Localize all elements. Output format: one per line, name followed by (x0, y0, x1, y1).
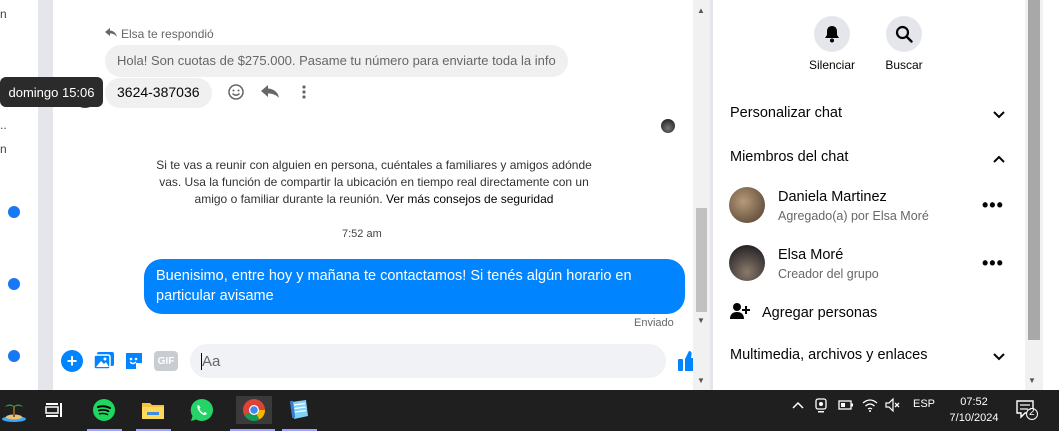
left-scrollbar[interactable] (38, 0, 53, 390)
volume-muted-icon[interactable] (885, 397, 901, 415)
photo-icon[interactable] (93, 350, 115, 372)
scroll-thumb[interactable] (1028, 0, 1040, 340)
sticker-icon[interactable] (123, 350, 145, 372)
unread-dot (8, 350, 20, 362)
add-people-label: Agregar personas (762, 305, 878, 321)
read-receipt-avatar (661, 119, 675, 133)
scroll-up-icon[interactable]: ▲ (697, 6, 705, 15)
customize-chat-row[interactable]: Personalizar chat (730, 105, 842, 121)
safety-notice: Si te vas a reunir con alguien en person… (148, 157, 600, 208)
search-action[interactable]: Buscar (869, 16, 939, 72)
island-app-icon[interactable] (0, 396, 28, 424)
member-item[interactable]: Elsa Moré Creador del grupo ••• (729, 245, 1019, 291)
system-clock[interactable]: 07:52 7/10/2024 (944, 394, 1004, 426)
reply-icon[interactable] (260, 82, 280, 102)
member-subtitle: Creador del grupo (778, 267, 879, 281)
quoted-message[interactable]: Hola! Son cuotas de $275.000. Pasame tu … (105, 45, 568, 77)
chat-scrollbar[interactable]: ▲ ▼ ▼ (693, 0, 710, 390)
search-label: Buscar (885, 58, 923, 72)
react-emoji-icon[interactable] (226, 82, 246, 102)
mute-action[interactable]: Silenciar (797, 16, 867, 72)
timestamp-tooltip: domingo 15:06 (0, 77, 103, 107)
media-files-row[interactable]: Multimedia, archivos y enlaces (730, 347, 927, 363)
plus-icon[interactable]: + (61, 350, 83, 372)
avatar[interactable] (729, 245, 765, 281)
panel-scrollbar[interactable]: ▼ (1025, 0, 1059, 390)
task-view-icon[interactable] (40, 396, 68, 424)
clock-date: 7/10/2024 (949, 412, 999, 424)
edge-text: n (0, 7, 7, 21)
member-name: Elsa Moré (778, 247, 844, 263)
chat-members-row[interactable]: Miembros del chat (730, 149, 848, 165)
more-options-icon[interactable]: ••• (982, 253, 1004, 274)
member-name: Daniela Martinez (778, 189, 887, 205)
scroll-down-icon[interactable]: ▼ (697, 376, 705, 385)
taskbar: ESP 07:52 7/10/2024 2 (0, 390, 1059, 431)
unread-dot (8, 278, 20, 290)
chat-info-panel: Silenciar Buscar Personalizar chat Miemb… (713, 0, 1025, 390)
more-options-icon[interactable] (294, 82, 314, 102)
gif-button[interactable]: GIF (154, 351, 178, 371)
add-people-row[interactable]: Agregar personas (730, 302, 877, 324)
clock-time: 07:52 (960, 396, 988, 408)
member-item[interactable]: Daniela Martinez Agregado(a) por Elsa Mo… (729, 187, 1019, 233)
reply-arrow-icon (105, 27, 117, 41)
scroll-thumb[interactable] (696, 208, 707, 312)
safety-link[interactable]: Ver más consejos de seguridad (386, 192, 553, 206)
language-indicator[interactable]: ESP (913, 398, 935, 410)
scroll-down-icon[interactable]: ▼ (697, 316, 705, 325)
edge-text: .. (0, 118, 7, 132)
member-subtitle: Agregado(a) por Elsa Moré (778, 209, 929, 223)
notepad-icon[interactable] (285, 396, 313, 424)
notification-count: 2 (1029, 407, 1035, 418)
chrome-icon[interactable] (236, 396, 272, 424)
message-timestamp: 7:52 am (342, 228, 382, 240)
add-person-icon (730, 302, 750, 324)
chevron-down-icon[interactable] (993, 350, 1005, 364)
bell-icon[interactable] (814, 16, 850, 52)
message-input[interactable]: Aa (190, 344, 797, 378)
edge-text: n (0, 142, 7, 156)
mute-label: Silenciar (808, 58, 856, 72)
webcam-icon[interactable] (814, 398, 828, 417)
left-window-edge: n .. n (0, 0, 38, 390)
notification-center-icon[interactable]: 2 (1016, 400, 1038, 420)
reply-header: Elsa te respondió (105, 27, 214, 41)
file-explorer-icon[interactable] (139, 396, 167, 424)
unread-dot (8, 206, 20, 218)
reply-header-text: Elsa te respondió (121, 27, 214, 41)
message-bubble[interactable]: 3624-387036 (105, 78, 212, 108)
scroll-down-icon[interactable]: ▼ (1028, 376, 1036, 385)
chevron-down-icon[interactable] (993, 108, 1005, 122)
show-hidden-icons-icon[interactable] (792, 398, 804, 412)
message-input-placeholder: Aa (202, 353, 221, 370)
screen: n .. n Elsa te respondió Hola! Son cuota… (0, 0, 1059, 431)
avatar[interactable] (729, 187, 765, 223)
message-actions (226, 82, 314, 102)
sent-status: Enviado (634, 317, 674, 329)
sent-message-bubble[interactable]: Buenisimo, entre hoy y mañana te contact… (144, 259, 685, 314)
spotify-icon[interactable] (90, 396, 118, 424)
battery-icon[interactable] (838, 398, 854, 415)
chevron-up-icon[interactable] (993, 152, 1005, 166)
more-options-icon[interactable]: ••• (982, 195, 1004, 216)
composer: + GIF Aa (53, 340, 797, 384)
wifi-icon[interactable] (862, 398, 878, 415)
search-icon[interactable] (886, 16, 922, 52)
whatsapp-icon[interactable] (188, 396, 216, 424)
